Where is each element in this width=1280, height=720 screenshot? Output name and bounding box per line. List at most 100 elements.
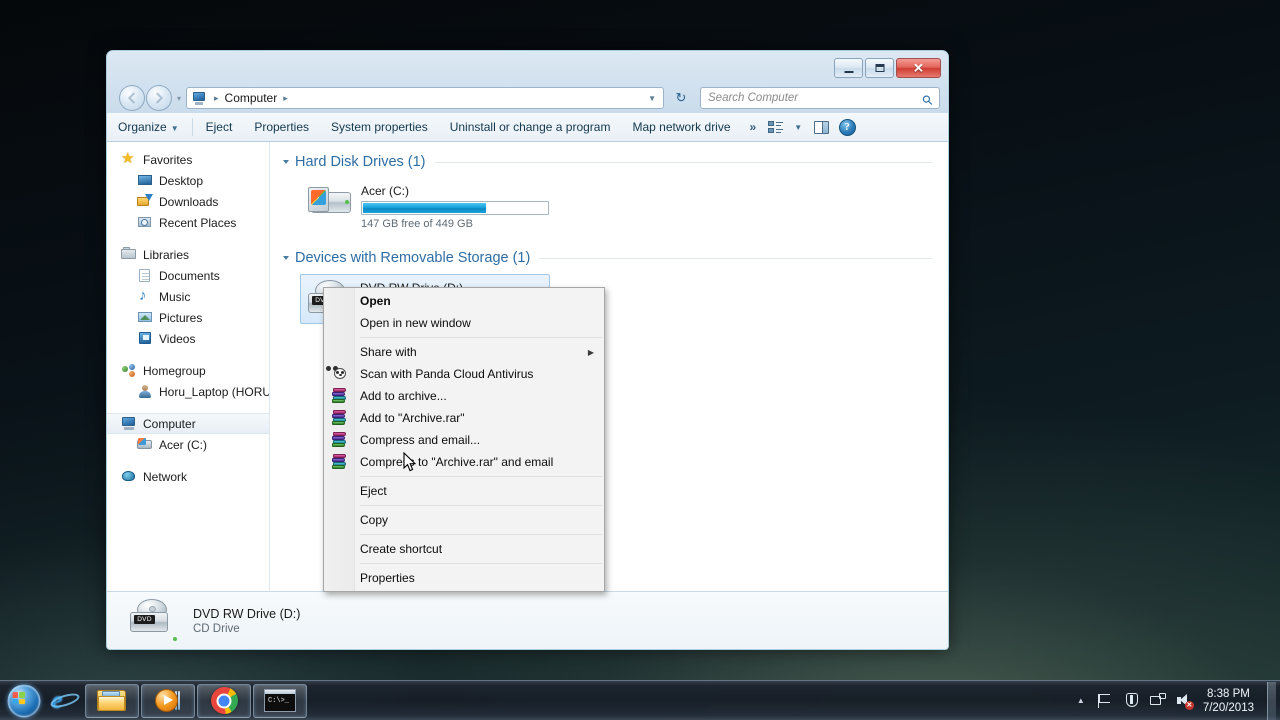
change-view-button[interactable] — [762, 115, 788, 139]
sidebar-item-homegroup[interactable]: Homegroup — [107, 360, 269, 381]
sidebar-group-computer: Computer Acer (C:) — [107, 413, 269, 455]
address-bar[interactable]: ▸ Computer ▸ ▼ — [186, 87, 664, 109]
start-orb[interactable] — [2, 682, 46, 720]
clock-date: 7/20/2013 — [1202, 701, 1254, 714]
sidebar-label: Horu_Laptop (HORU — [159, 384, 270, 399]
recent-places-icon — [137, 215, 154, 230]
menu-item-label: Compress and email... — [360, 433, 481, 447]
sidebar-item-network[interactable]: Network — [107, 466, 269, 487]
capacity-bar-fill — [363, 203, 487, 213]
sidebar-item-downloads[interactable]: Downloads — [107, 191, 269, 212]
group-header-removable-storage[interactable]: Devices with Removable Storage (1) — [283, 250, 948, 266]
menu-item-open[interactable]: Open — [324, 290, 604, 312]
libraries-icon — [121, 247, 138, 262]
help-button[interactable]: ? — [834, 115, 860, 139]
show-desktop-button[interactable] — [1267, 681, 1276, 720]
menu-item-eject[interactable]: Eject — [324, 480, 604, 502]
sidebar-label: Computer — [143, 416, 196, 431]
group-header-hard-disk-drives[interactable]: Hard Disk Drives (1) — [283, 154, 948, 170]
sidebar-item-videos[interactable]: Videos — [107, 328, 269, 349]
menu-item-scan-panda[interactable]: Scan with Panda Cloud Antivirus — [324, 363, 604, 385]
toolbar-map-network-drive[interactable]: Map network drive — [621, 115, 741, 140]
sidebar-item-music[interactable]: Music — [107, 286, 269, 307]
toolbar-overflow-button[interactable]: » — [742, 120, 763, 134]
sidebar-item-acer-c[interactable]: Acer (C:) — [107, 434, 269, 455]
show-hidden-icons-button[interactable]: ▲ — [1069, 696, 1093, 705]
winrar-icon — [332, 410, 348, 426]
sidebar-item-desktop[interactable]: Desktop — [107, 170, 269, 191]
action-center-icon[interactable] — [1122, 690, 1142, 712]
toolbar-eject[interactable]: Eject — [195, 115, 244, 140]
group-divider — [539, 257, 932, 259]
sidebar-item-favorites[interactable]: Favorites — [107, 149, 269, 170]
taskbar-windows-media-player[interactable] — [141, 683, 195, 718]
network-icon[interactable] — [1148, 690, 1168, 712]
sidebar-group-libraries: Libraries Documents Music Pictures — [107, 244, 269, 349]
winrar-icon — [332, 388, 348, 404]
clock[interactable]: 8:38 PM 7/20/2013 — [1197, 687, 1264, 715]
sidebar-item-computer[interactable]: Computer — [107, 413, 269, 434]
taskbar-internet-explorer[interactable]: e — [47, 684, 83, 718]
search-input[interactable]: Search Computer — [701, 92, 922, 104]
chrome-icon — [210, 687, 238, 714]
sidebar-label: Music — [159, 289, 191, 304]
flag-icon[interactable] — [1096, 690, 1116, 712]
taskbar-google-chrome[interactable] — [197, 683, 251, 718]
breadcrumb-computer[interactable]: Computer — [223, 91, 280, 105]
change-view-caret[interactable]: ▼ — [788, 115, 808, 140]
breadcrumb-separator-2[interactable]: ▸ — [279, 93, 292, 104]
volume-muted-icon[interactable]: ✕ — [1174, 690, 1194, 712]
menu-separator — [360, 534, 602, 535]
drive-item-acer-c[interactable]: Acer (C:) 147 GB free of 449 GB — [302, 178, 552, 234]
documents-icon — [137, 268, 154, 283]
user-icon — [137, 384, 154, 399]
close-button[interactable]: ✕ — [896, 58, 941, 78]
title-bar[interactable]: ✕ — [107, 51, 948, 83]
toolbar-system-properties[interactable]: System properties — [320, 115, 439, 140]
minimize-icon — [844, 71, 853, 73]
menu-item-copy[interactable]: Copy — [324, 509, 604, 531]
panda-icon — [326, 366, 348, 382]
toolbar-uninstall-program[interactable]: Uninstall or change a program — [439, 115, 622, 140]
menu-item-share-with[interactable]: Share with ▶ — [324, 341, 604, 363]
address-dropdown-caret[interactable]: ▼ — [641, 94, 663, 103]
network-icon — [121, 469, 138, 484]
sidebar-item-libraries[interactable]: Libraries — [107, 244, 269, 265]
breadcrumb-separator-1[interactable]: ▸ — [210, 93, 223, 104]
minimize-button[interactable] — [834, 58, 863, 78]
pictures-icon — [137, 310, 154, 325]
toolbar-organize[interactable]: Organize ▼ — [107, 115, 190, 140]
menu-item-compress-to-archive-and-email[interactable]: Compress to "Archive.rar" and email — [324, 451, 604, 473]
show-preview-pane-button[interactable] — [808, 115, 834, 139]
drive-info: Acer (C:) 147 GB free of 449 GB — [361, 182, 549, 230]
refresh-button[interactable]: ↻ — [670, 90, 692, 106]
forward-button[interactable] — [146, 85, 172, 111]
search-box[interactable]: Search Computer ⚲ — [700, 87, 940, 109]
recent-pages-dropdown[interactable]: ▾ — [173, 94, 185, 103]
menu-item-compress-and-email[interactable]: Compress and email... — [324, 429, 604, 451]
menu-item-label: Compress to "Archive.rar" and email — [360, 455, 554, 469]
windows-flag-icon — [12, 691, 26, 705]
sidebar-item-recent-places[interactable]: Recent Places — [107, 212, 269, 233]
menu-item-add-to-archive[interactable]: Add to archive... — [324, 385, 604, 407]
downloads-icon — [137, 194, 154, 209]
menu-item-label: Share with — [360, 345, 417, 359]
drive-name: Acer (C:) — [361, 184, 409, 198]
maximize-button[interactable] — [865, 58, 894, 78]
back-button[interactable] — [119, 85, 145, 111]
menu-item-create-shortcut[interactable]: Create shortcut — [324, 538, 604, 560]
homegroup-icon — [121, 363, 138, 378]
sidebar-item-documents[interactable]: Documents — [107, 265, 269, 286]
menu-item-add-to-archive-rar[interactable]: Add to "Archive.rar" — [324, 407, 604, 429]
toolbar-properties[interactable]: Properties — [243, 115, 320, 140]
menu-item-properties[interactable]: Properties — [324, 567, 604, 589]
menu-item-open-in-new-window[interactable]: Open in new window — [324, 312, 604, 334]
taskbar-windows-explorer[interactable] — [85, 683, 139, 718]
details-subtitle: CD Drive — [193, 622, 240, 635]
help-icon: ? — [838, 118, 856, 136]
sidebar-item-horu-laptop[interactable]: Horu_Laptop (HORU — [107, 381, 269, 402]
sidebar-item-pictures[interactable]: Pictures — [107, 307, 269, 328]
ie-icon: e — [48, 688, 81, 713]
menu-item-label: Scan with Panda Cloud Antivirus — [360, 367, 534, 381]
taskbar-command-prompt[interactable]: C:\>_ — [253, 683, 307, 718]
